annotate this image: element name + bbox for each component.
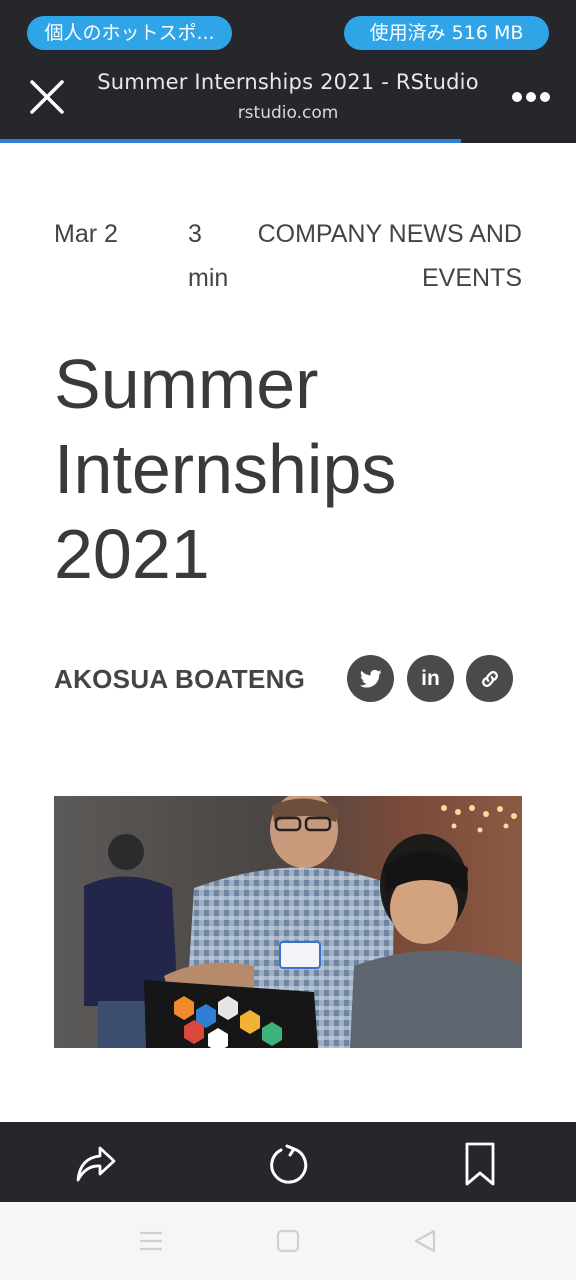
article-hero-photo xyxy=(54,796,522,1048)
share-twitter-button[interactable] xyxy=(347,655,394,702)
link-icon xyxy=(481,670,498,687)
article-category[interactable]: COMPANY NEWS AND EVENTS xyxy=(232,212,522,300)
page-title: Summer Internships 2021 - RStudio xyxy=(97,70,479,94)
page-title-block: Summer Internships 2021 - RStudio rstudi… xyxy=(90,66,486,128)
reload-icon xyxy=(270,1144,308,1184)
article-title: Summer Internships 2021 xyxy=(54,345,397,593)
share-arrow-icon xyxy=(76,1146,116,1182)
close-button[interactable] xyxy=(24,74,70,120)
reload-button[interactable] xyxy=(264,1140,312,1188)
back-triangle-icon xyxy=(414,1229,436,1253)
share-linkedin-button[interactable]: in xyxy=(407,655,454,702)
hotspot-status-pill[interactable]: 個人のホットスポ... xyxy=(27,16,232,50)
page-domain: rstudio.com xyxy=(237,103,339,123)
more-dots-icon xyxy=(512,92,550,102)
article-date: Mar 2 xyxy=(54,220,118,248)
copy-link-button[interactable] xyxy=(466,655,513,702)
bookmark-button[interactable] xyxy=(456,1140,504,1188)
share-button[interactable] xyxy=(72,1140,120,1188)
article-author[interactable]: AKOSUA BOATENG xyxy=(54,664,305,695)
page-load-progress xyxy=(0,139,576,143)
browser-bottom-toolbar xyxy=(0,1122,576,1202)
close-icon xyxy=(30,80,64,114)
article-meta: Mar 2 3 min COMPANY NEWS AND EVENTS xyxy=(54,212,522,302)
home-button[interactable] xyxy=(271,1224,305,1258)
page-load-progress-fill xyxy=(0,139,461,143)
more-options-button[interactable] xyxy=(506,80,556,114)
recent-apps-button[interactable] xyxy=(134,1224,168,1258)
back-button[interactable] xyxy=(408,1224,442,1258)
system-navigation-bar xyxy=(0,1202,576,1280)
browser-top-bar: 個人のホットスポ... 使用済み 516 MB Summer Internshi… xyxy=(0,0,576,143)
bookmark-icon xyxy=(465,1142,495,1186)
twitter-icon xyxy=(359,669,382,688)
linkedin-icon: in xyxy=(421,666,440,690)
data-usage-pill[interactable]: 使用済み 516 MB xyxy=(344,16,549,50)
menu-icon xyxy=(140,1231,162,1251)
home-square-icon xyxy=(276,1229,300,1253)
